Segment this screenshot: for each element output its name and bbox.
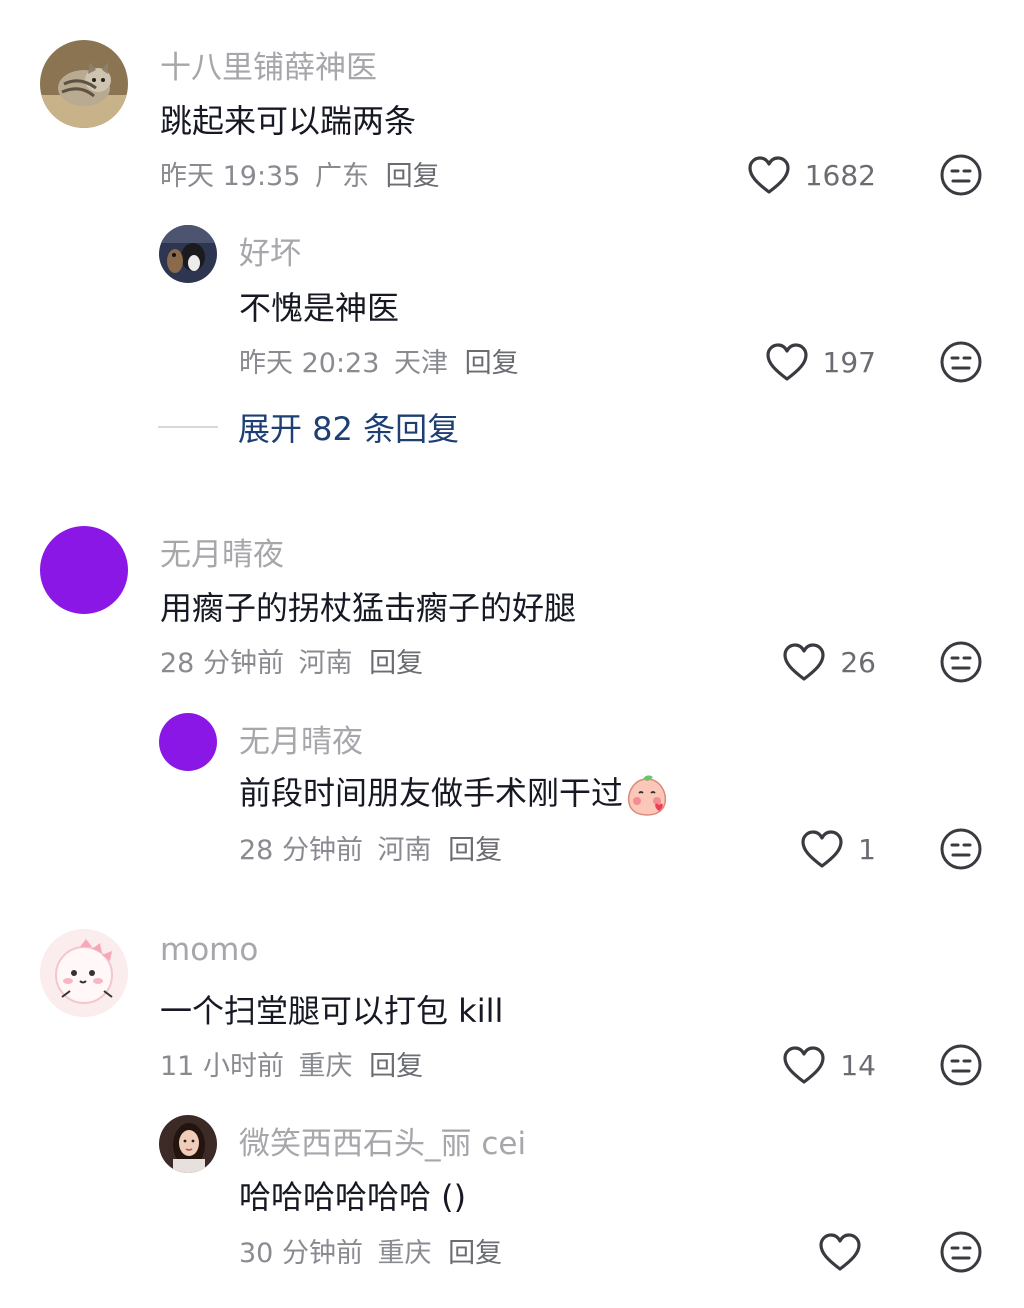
comment-text: 不愧是神医 (239, 289, 400, 327)
heart-icon (783, 643, 825, 681)
like-count: 26 (840, 645, 876, 679)
comment-text-content: 前段时间朋友做手术刚干过 (239, 774, 624, 812)
heart-icon (765, 343, 808, 381)
comment-time: 11 小时前 (160, 1051, 284, 1082)
comment-meta: 28 分钟前 河南 回复 (160, 641, 423, 680)
avatar[interactable] (40, 929, 128, 1017)
expand-divider (158, 426, 218, 428)
like-count: 14 (840, 1048, 876, 1082)
like-count: 197 (822, 345, 876, 379)
comment-meta: 30 分钟前 重庆 回复 (239, 1231, 502, 1270)
emoji-reaction-icon[interactable] (939, 640, 983, 684)
comment-username[interactable]: 无月晴夜 (160, 529, 284, 574)
reply-button[interactable]: 回复 (448, 1238, 502, 1269)
comment-time: 昨天 20:23 (239, 348, 380, 379)
comment-username[interactable]: 微笑西西石头_丽 cei (239, 1118, 526, 1163)
emoji-reaction-icon[interactable] (939, 153, 983, 197)
comment-meta: 28 分钟前 河南 回复 (239, 828, 502, 867)
heart-icon (748, 156, 790, 194)
comment-location: 广东 (315, 161, 369, 192)
emoji-reaction-icon[interactable] (939, 827, 983, 871)
like-count: 1 (858, 832, 876, 866)
comment-username[interactable]: 好坏 (239, 228, 301, 273)
comment-meta: 11 小时前 重庆 回复 (160, 1044, 423, 1083)
reply-button[interactable]: 回复 (465, 348, 519, 379)
peach-blush-sticker-icon (627, 775, 667, 816)
heart-icon (801, 830, 843, 868)
dog-avatar-icon (159, 225, 217, 283)
comment-time: 昨天 19:35 (160, 161, 301, 192)
like-count: 1682 (804, 158, 876, 192)
comment-location: 河南 (298, 648, 353, 679)
comment-time: 28 分钟前 (160, 648, 284, 679)
avatar[interactable] (159, 225, 217, 283)
expand-replies-label: 展开 82 条回复 (238, 410, 460, 448)
emoji-reaction-icon[interactable] (939, 1230, 983, 1274)
comment-text: 用瘸子的拐杖猛击瘸子的好腿 (160, 589, 577, 627)
reply-button[interactable]: 回复 (369, 648, 423, 679)
comment-username[interactable]: momo (160, 932, 258, 968)
comment-text: 一个扫堂腿可以打包 kill (160, 992, 504, 1030)
comment-username[interactable]: 无月晴夜 (239, 716, 363, 761)
comment-location: 重庆 (377, 1238, 432, 1269)
expand-replies-button[interactable]: 展开 82 条回复 (158, 404, 459, 450)
like-button[interactable]: 1682 (747, 153, 876, 197)
comment-location: 重庆 (298, 1051, 353, 1082)
avatar[interactable] (40, 40, 128, 128)
comment-location: 河南 (377, 835, 432, 866)
like-button[interactable]: 1 (800, 827, 876, 871)
comment-text: 哈哈哈哈哈哈 () (239, 1178, 467, 1216)
girl-photo-avatar-icon (159, 1115, 217, 1173)
reply-button[interactable]: 回复 (386, 161, 440, 192)
avatar[interactable] (40, 526, 128, 614)
reply-button[interactable]: 回复 (369, 1051, 423, 1082)
heart-icon (783, 1046, 825, 1084)
emoji-reaction-icon[interactable] (939, 1043, 983, 1087)
comment-text: 跳起来可以踹两条 (160, 102, 417, 140)
like-button[interactable]: 197 (765, 340, 876, 384)
like-button[interactable]: 14 (782, 1043, 876, 1087)
emoji-reaction-icon[interactable] (939, 340, 983, 384)
comment-time: 30 分钟前 (239, 1238, 363, 1269)
pink-dino-avatar-icon (40, 929, 128, 1017)
heart-icon (819, 1233, 861, 1271)
cat-avatar-icon (40, 40, 128, 128)
avatar[interactable] (159, 1115, 217, 1173)
comment-meta: 昨天 20:23 天津 回复 (239, 341, 519, 380)
comment-location: 天津 (394, 348, 448, 379)
comment-text: 前段时间朋友做手术刚干过 (239, 768, 669, 817)
comment-meta: 昨天 19:35 广东 回复 (160, 154, 440, 193)
avatar[interactable] (159, 713, 217, 771)
reply-button[interactable]: 回复 (448, 835, 502, 866)
comment-time: 28 分钟前 (239, 835, 363, 866)
like-button[interactable] (818, 1230, 876, 1274)
comment-username[interactable]: 十八里铺薛神医 (160, 42, 377, 87)
like-button[interactable]: 26 (782, 640, 876, 684)
